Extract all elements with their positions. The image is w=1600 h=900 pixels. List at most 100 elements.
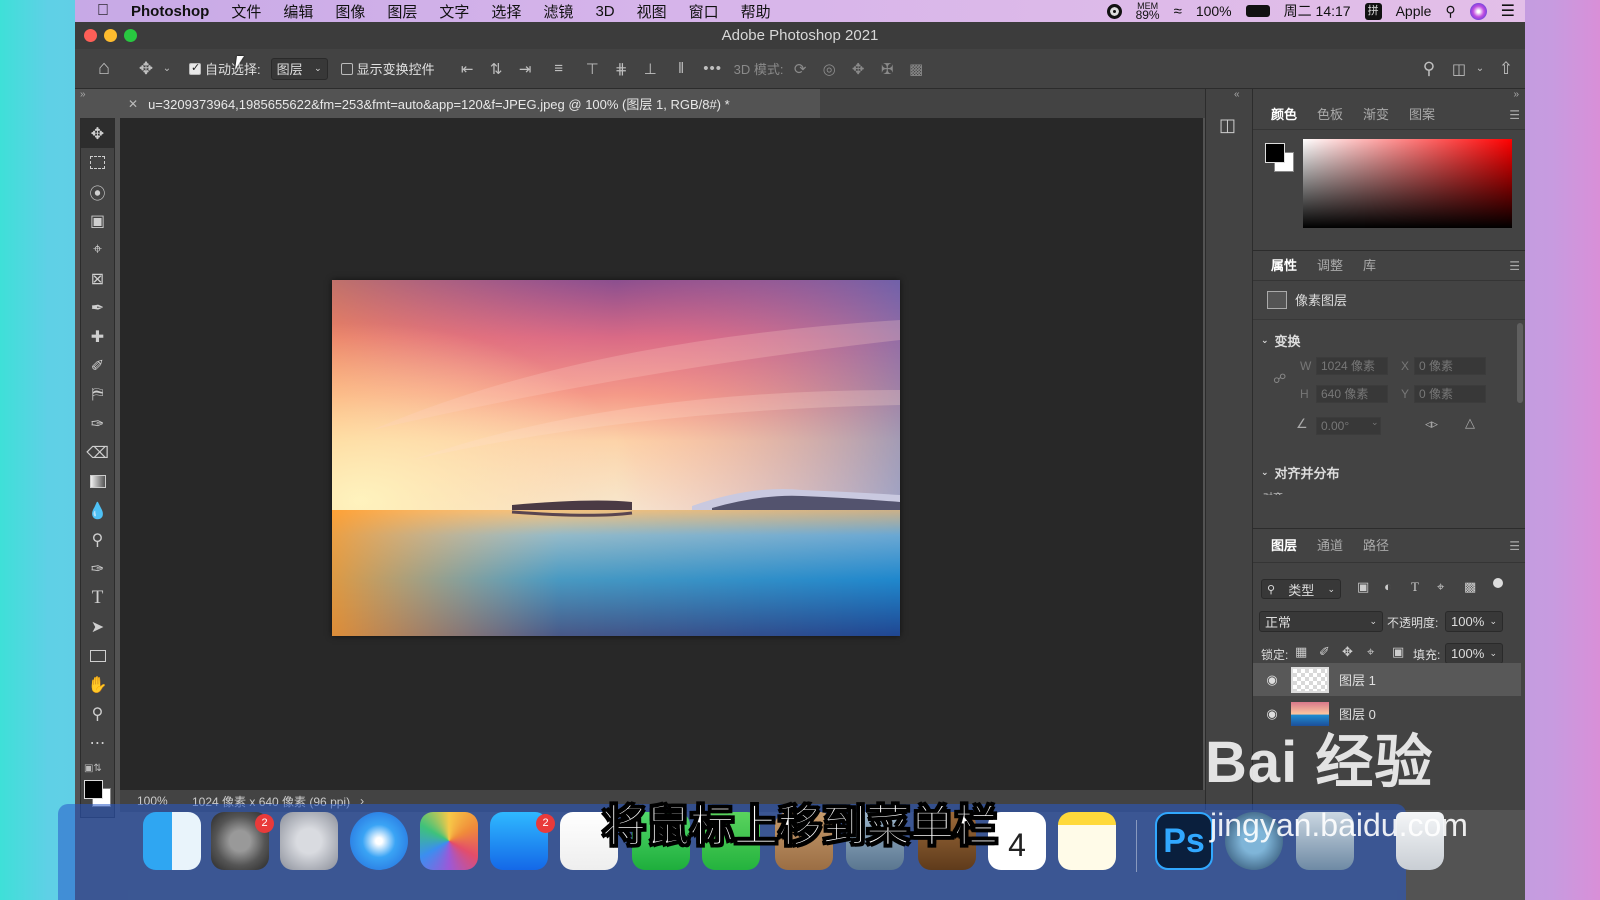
distribute-icon[interactable]: ≡ [540, 60, 578, 77]
type-tool[interactable]: T [81, 583, 114, 612]
wifi-icon[interactable]: ≈ [1174, 3, 1182, 20]
healing-brush-tool[interactable]: ✚ [81, 322, 114, 351]
menu-filter[interactable]: 滤镜 [532, 1, 584, 22]
menu-edit[interactable]: 编辑 [272, 1, 324, 22]
auto-select-target-dropdown[interactable]: 图层 ⌄ [270, 57, 328, 80]
flip-vertical-icon[interactable]: △ [1465, 415, 1475, 431]
zoom-tool[interactable]: ⚲ [81, 699, 114, 728]
user-name[interactable]: Apple [1396, 3, 1432, 19]
3d-orbit-icon[interactable]: ⟳ [786, 60, 815, 78]
collapse-tools-icon[interactable]: » [80, 89, 86, 100]
tab-paths[interactable]: 路径 [1353, 531, 1399, 561]
tab-libraries[interactable]: 库 [1353, 251, 1386, 281]
flip-horizontal-icon[interactable]: ◃▹ [1425, 416, 1438, 432]
menu-type[interactable]: 文字 [428, 1, 480, 22]
minimize-window-button[interactable] [104, 29, 117, 42]
apple-icon[interactable]:  [75, 2, 120, 20]
filter-adjustment-icon[interactable]: ◐ [1384, 579, 1392, 594]
clone-stamp-tool[interactable]: ⛿ [81, 380, 114, 409]
tab-gradients[interactable]: 渐变 [1353, 100, 1399, 130]
lasso-tool[interactable]: ⦿ [81, 177, 114, 206]
lock-all-icon[interactable]: ▣ [1392, 644, 1404, 660]
spotlight-icon[interactable]: ⚲ [1445, 3, 1455, 20]
tab-layers[interactable]: 图层 [1261, 531, 1307, 561]
tab-channels[interactable]: 通道 [1307, 531, 1353, 561]
brush-tool[interactable]: ✐ [81, 351, 114, 380]
home-icon[interactable]: ⌂ [75, 57, 133, 80]
marquee-tool[interactable] [81, 148, 114, 177]
lock-pixels-icon[interactable]: ✐ [1319, 644, 1330, 660]
tab-patterns[interactable]: 图案 [1399, 100, 1445, 130]
blend-mode-dropdown[interactable]: 正常 ⌄ [1259, 611, 1383, 632]
hand-tool[interactable]: ✋ [81, 670, 114, 699]
foreground-color-swatch[interactable] [84, 780, 103, 799]
chevron-down-icon[interactable]: ⌄ [1473, 63, 1487, 74]
filter-smart-object-icon[interactable]: ▩ [1464, 579, 1476, 595]
filter-toggle-icon[interactable] [1493, 578, 1503, 588]
clock[interactable]: 周二 14:17 [1284, 1, 1351, 21]
dodge-tool[interactable]: ⚲ [81, 525, 114, 554]
x-field[interactable]: 0 像素 [1414, 357, 1486, 375]
opacity-field[interactable]: 100% ⌄ [1445, 611, 1503, 632]
tab-swatches[interactable]: 色板 [1307, 100, 1353, 130]
notification-center-icon[interactable]: ☰ [1501, 1, 1515, 21]
align-right-icon[interactable]: ⇥ [511, 60, 540, 78]
menu-view[interactable]: 视图 [626, 1, 678, 22]
object-selection-tool[interactable]: ▣ [81, 206, 114, 235]
color-picker-field[interactable] [1303, 139, 1512, 228]
canvas-area[interactable] [120, 118, 1203, 790]
lock-position-icon[interactable]: ✥ [1342, 644, 1353, 660]
move-tool-preset-icon[interactable]: ✥ [133, 59, 159, 79]
menu-layer[interactable]: 图层 [376, 1, 428, 22]
y-field[interactable]: 0 像素 [1414, 385, 1486, 403]
path-selection-tool[interactable]: ➤ [81, 612, 114, 641]
eraser-tool[interactable]: ⌫ [81, 438, 114, 467]
menu-app-name[interactable]: Photoshop [120, 3, 220, 20]
mem-indicator[interactable]: MEM 89% [1136, 1, 1160, 21]
input-method-icon[interactable]: 拼 [1364, 2, 1382, 20]
tab-properties[interactable]: 属性 [1261, 251, 1307, 281]
close-tab-icon[interactable]: ✕ [128, 97, 138, 111]
eye-icon[interactable]: ◉ [1253, 672, 1291, 688]
width-field[interactable]: 1024 像素 [1316, 357, 1388, 375]
gradient-tool[interactable] [81, 467, 114, 496]
filter-type-icon[interactable]: T [1411, 579, 1419, 595]
properties-scrollbar[interactable] [1517, 323, 1523, 403]
history-panel-icon[interactable]: ◫ [1219, 115, 1236, 136]
align-top-icon[interactable]: ⊤ [578, 60, 607, 78]
lock-transparency-icon[interactable]: ▦ [1295, 644, 1307, 660]
filter-pixel-icon[interactable]: ▣ [1357, 579, 1369, 595]
panel-menu-icon[interactable]: ☰ [1509, 259, 1520, 273]
share-icon[interactable]: ⇧ [1487, 59, 1525, 79]
3d-pan-icon[interactable]: ✥ [844, 60, 873, 78]
pen-tool[interactable]: ✑ [81, 554, 114, 583]
menu-image[interactable]: 图像 [324, 1, 376, 22]
edit-toolbar-icon[interactable]: ⋯ [81, 728, 114, 757]
align-left-icon[interactable]: ⇤ [453, 60, 482, 78]
chevron-down-icon[interactable]: ⌄ [159, 63, 175, 74]
eyedropper-tool[interactable]: ✒ [81, 293, 114, 322]
distribute-vertical-icon[interactable]: ‖ [665, 60, 698, 77]
panel-menu-icon[interactable]: ☰ [1509, 539, 1520, 553]
show-transform-checkbox[interactable]: 显示变换控件 [340, 59, 435, 78]
move-tool[interactable]: ✥ [81, 119, 114, 148]
lock-artboard-icon[interactable]: ⌖ [1367, 644, 1374, 660]
transform-header[interactable]: ⌄ 变换 [1261, 331, 1301, 350]
menu-window[interactable]: 窗口 [678, 1, 730, 22]
link-icon[interactable]: ☍ [1273, 371, 1286, 387]
chevron-down-icon[interactable]: ⌄ [1371, 417, 1379, 428]
3d-slide-icon[interactable]: ✠ [873, 60, 902, 78]
3d-camera-icon[interactable]: ▩ [902, 60, 931, 78]
tab-adjustments[interactable]: 调整 [1307, 251, 1353, 281]
height-field[interactable]: 640 像素 [1316, 385, 1388, 403]
rectangle-tool[interactable] [81, 641, 114, 670]
menu-select[interactable]: 选择 [480, 1, 532, 22]
menu-file[interactable]: 文件 [220, 1, 272, 22]
document-image[interactable] [332, 280, 900, 636]
crop-tool[interactable]: ⌖ [81, 235, 114, 264]
battery-icon[interactable] [1245, 5, 1270, 17]
filter-shape-icon[interactable]: ⌖ [1437, 579, 1444, 595]
layer-row-1[interactable]: ◉ 图层 1 [1253, 663, 1521, 696]
foreground-swatch[interactable] [1265, 143, 1285, 163]
layer-filter-dropdown[interactable]: ⚲ 类型 ⌄ [1261, 579, 1341, 599]
